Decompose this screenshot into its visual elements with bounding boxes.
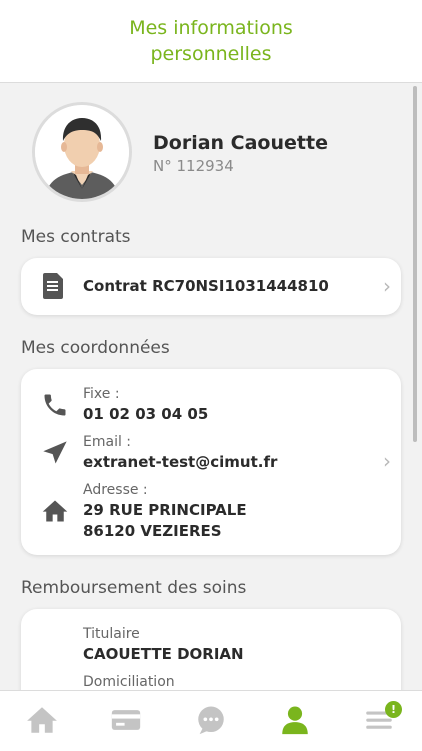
scrollbar[interactable] (413, 86, 417, 442)
notification-badge: ! (385, 701, 402, 718)
person-avatar-icon (35, 105, 129, 199)
adresse-label: Adresse : (83, 482, 148, 498)
domiciliation-label: Domiciliation (83, 674, 175, 690)
document-icon (43, 273, 63, 299)
tab-card-icon[interactable] (109, 703, 143, 737)
email-value: extranet-test@cimut.fr (83, 453, 278, 471)
titulaire-value: CAOUETTE DORIAN (83, 645, 244, 663)
home-icon (42, 500, 68, 522)
tab-profile-icon[interactable] (278, 703, 312, 737)
tab-chat-icon[interactable] (194, 703, 228, 737)
fixe-value: 01 02 03 04 05 (83, 405, 209, 423)
contract-card[interactable]: Contrat RC70NSI1031444810 › (21, 258, 401, 315)
titulaire-label: Titulaire (83, 626, 140, 642)
chevron-right-icon: › (383, 274, 391, 298)
adresse-line1: 29 RUE PRINCIPALE (83, 501, 247, 519)
bottom-tab-bar (0, 690, 422, 751)
email-label: Email : (83, 434, 132, 450)
section-title-contrats: Mes contrats (21, 227, 131, 247)
page-title-line1: Mes informations (129, 17, 293, 39)
profile-name: Dorian Caouette (153, 132, 328, 154)
send-icon (43, 441, 67, 464)
page-header: Mes informations personnelles (0, 0, 422, 83)
avatar (32, 102, 132, 202)
phone-icon (44, 394, 66, 416)
adresse-line2: 86120 VEZIERES (83, 522, 222, 540)
fixe-label: Fixe : (83, 386, 120, 402)
page-title-line2: personnelles (150, 43, 272, 65)
contract-label: Contrat RC70NSI1031444810 (83, 277, 329, 295)
tab-home-icon[interactable] (25, 703, 59, 737)
section-title-coordonnees: Mes coordonnées (21, 338, 170, 358)
profile-number: N° 112934 (153, 157, 234, 175)
section-title-remboursement: Remboursement des soins (21, 578, 247, 598)
chevron-right-icon: › (383, 449, 391, 473)
contact-card[interactable]: Fixe : 01 02 03 04 05 Email : extranet-t… (21, 369, 401, 555)
